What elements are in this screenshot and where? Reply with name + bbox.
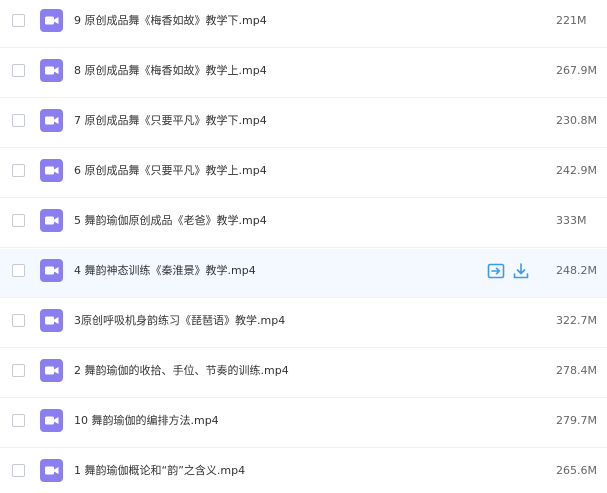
file-list: 9 原创成品舞《梅香如故》教学下.mp4 221M 8 原创成品舞《梅香如故》教…: [0, 0, 607, 493]
video-file-icon: [40, 309, 63, 332]
file-name[interactable]: 2 舞韵瑜伽的收拾、手位、节奏的训练.mp4: [74, 363, 289, 378]
file-name[interactable]: 5 舞韵瑜伽原创成品《老爸》教学.mp4: [74, 213, 267, 228]
file-name[interactable]: 8 原创成品舞《梅香如故》教学上.mp4: [74, 63, 267, 78]
row-checkbox[interactable]: [12, 114, 25, 127]
file-row[interactable]: 4 舞韵神态训练《秦淮景》教学.mp4 248.2M: [0, 249, 607, 298]
row-checkbox[interactable]: [12, 214, 25, 227]
file-name[interactable]: 3原创呼吸机身韵练习《琵琶语》教学.mp4: [74, 313, 285, 328]
video-file-icon: [40, 9, 63, 32]
file-row[interactable]: 8 原创成品舞《梅香如故》教学上.mp4 267.9M: [0, 49, 607, 98]
video-file-icon: [40, 259, 63, 282]
file-row[interactable]: 5 舞韵瑜伽原创成品《老爸》教学.mp4 333M: [0, 199, 607, 248]
file-name[interactable]: 4 舞韵神态训练《秦淮景》教学.mp4: [74, 263, 256, 278]
file-size: 248.2M: [556, 264, 597, 277]
row-checkbox[interactable]: [12, 264, 25, 277]
file-size: 322.7M: [556, 314, 597, 327]
file-size: 279.7M: [556, 414, 597, 427]
file-row[interactable]: 10 舞韵瑜伽的编排方法.mp4 279.7M: [0, 399, 607, 448]
row-checkbox[interactable]: [12, 164, 25, 177]
file-size: 265.6M: [556, 464, 597, 477]
row-checkbox[interactable]: [12, 414, 25, 427]
file-name[interactable]: 7 原创成品舞《只要平凡》教学下.mp4: [74, 113, 267, 128]
file-size: 333M: [556, 214, 587, 227]
video-file-icon: [40, 159, 63, 182]
file-row[interactable]: 2 舞韵瑜伽的收拾、手位、节奏的训练.mp4 278.4M: [0, 349, 607, 398]
video-file-icon: [40, 59, 63, 82]
file-size: 230.8M: [556, 114, 597, 127]
file-size: 242.9M: [556, 164, 597, 177]
file-name[interactable]: 9 原创成品舞《梅香如故》教学下.mp4: [74, 13, 267, 28]
video-file-icon: [40, 109, 63, 132]
file-size: 267.9M: [556, 64, 597, 77]
row-checkbox[interactable]: [12, 14, 25, 27]
share-icon[interactable]: [487, 262, 505, 280]
video-file-icon: [40, 409, 63, 432]
file-size: 221M: [556, 14, 587, 27]
file-row[interactable]: 6 原创成品舞《只要平凡》教学上.mp4 242.9M: [0, 149, 607, 198]
file-name[interactable]: 6 原创成品舞《只要平凡》教学上.mp4: [74, 163, 267, 178]
file-row[interactable]: 1 舞韵瑜伽概论和“韵”之含义.mp4 265.6M: [0, 449, 607, 493]
file-name[interactable]: 1 舞韵瑜伽概论和“韵”之含义.mp4: [74, 463, 245, 478]
video-file-icon: [40, 459, 63, 482]
download-icon[interactable]: [512, 262, 530, 280]
row-checkbox[interactable]: [12, 364, 25, 377]
row-checkbox[interactable]: [12, 464, 25, 477]
video-file-icon: [40, 209, 63, 232]
file-row[interactable]: 9 原创成品舞《梅香如故》教学下.mp4 221M: [0, 0, 607, 48]
row-checkbox[interactable]: [12, 64, 25, 77]
file-name[interactable]: 10 舞韵瑜伽的编排方法.mp4: [74, 413, 219, 428]
video-file-icon: [40, 359, 63, 382]
file-row[interactable]: 7 原创成品舞《只要平凡》教学下.mp4 230.8M: [0, 99, 607, 148]
file-size: 278.4M: [556, 364, 597, 377]
row-checkbox[interactable]: [12, 314, 25, 327]
file-row[interactable]: 3原创呼吸机身韵练习《琵琶语》教学.mp4 322.7M: [0, 299, 607, 348]
